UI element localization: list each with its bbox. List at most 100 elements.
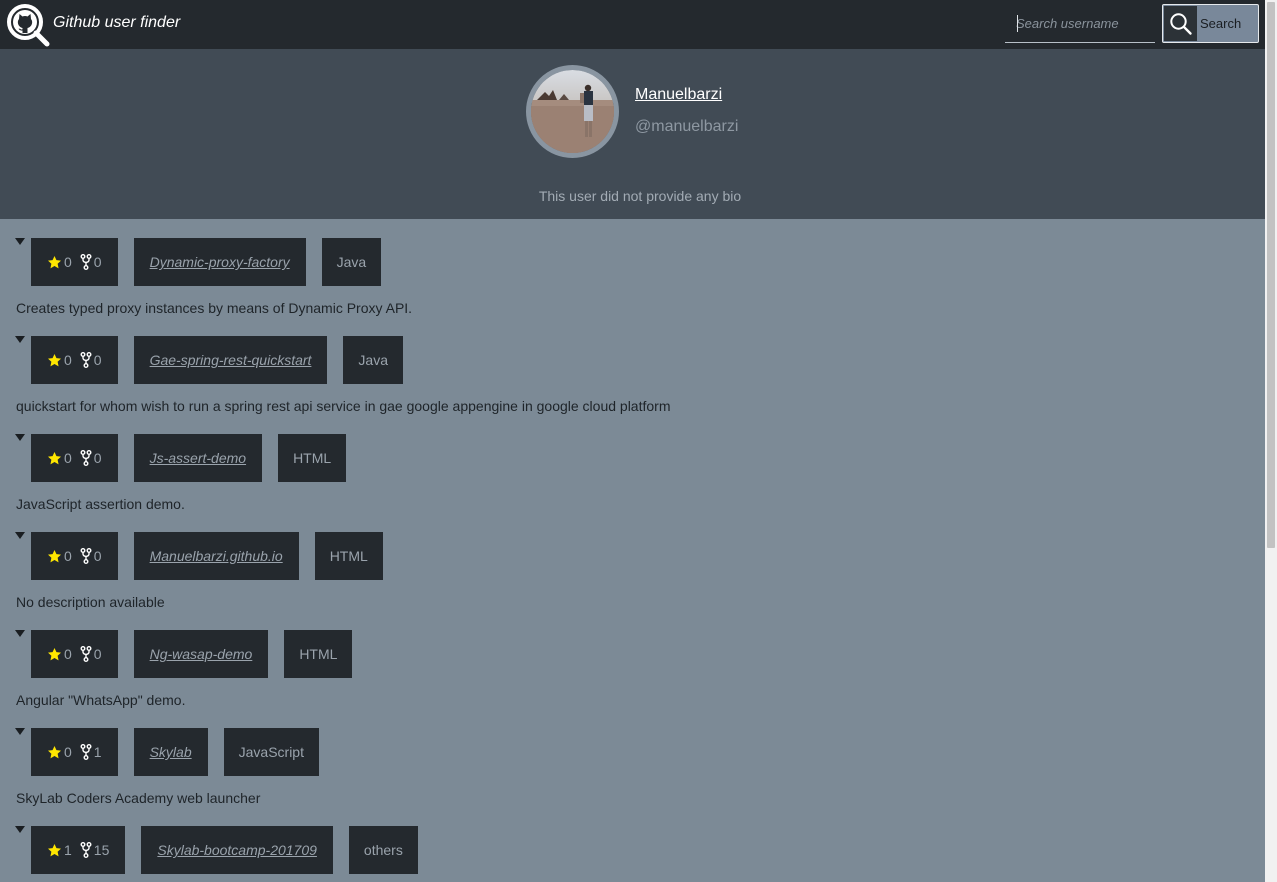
repo-item: 0 0 Gae-spring-rest-quickstart Java quic… (0, 336, 1265, 434)
repo-stats: 0 0 (31, 336, 118, 384)
fork-icon (80, 744, 92, 760)
user-name-link[interactable]: Manuelbarzi (635, 86, 722, 104)
repo-name-link[interactable]: Skylab (133, 728, 208, 776)
disclosure-triangle-icon[interactable] (15, 630, 25, 637)
fork-icon (80, 450, 92, 466)
repo-name-link[interactable]: Skylab-bootcamp-201709 (141, 826, 333, 874)
repo-language: HTML (278, 434, 347, 482)
repo-description: Creates typed proxy instances by means o… (16, 300, 413, 316)
vertical-scrollbar[interactable] (1265, 0, 1277, 882)
stars-count: 0 (64, 352, 72, 368)
stars-count: 0 (64, 744, 72, 760)
fork-icon (80, 548, 92, 564)
search-input[interactable] (1005, 5, 1155, 43)
disclosure-triangle-icon[interactable] (15, 826, 25, 833)
search-button[interactable]: Search (1162, 4, 1259, 43)
forks-stat: 15 (80, 842, 110, 858)
top-bar: Github user finder Search (0, 0, 1265, 49)
star-icon (48, 549, 61, 562)
stars-count: 0 (64, 548, 72, 564)
repo-description: No description available (16, 594, 165, 610)
repo-summary[interactable]: 1 15 Skylab-bootcamp-201709 others (31, 826, 418, 874)
stars-stat: 0 (47, 352, 72, 368)
repo-name-link[interactable]: Js-assert-demo (133, 434, 263, 482)
forks-stat: 0 (80, 450, 102, 466)
repo-description: SkyLab Coders Academy web launcher (16, 790, 261, 806)
disclosure-triangle-icon[interactable] (15, 434, 25, 441)
disclosure-triangle-icon[interactable] (15, 336, 25, 343)
star-icon (48, 647, 61, 660)
repo-stats: 0 0 (31, 630, 118, 678)
stars-count: 0 (64, 646, 72, 662)
stars-count: 1 (64, 842, 72, 858)
repo-language: Java (321, 238, 382, 286)
forks-count: 0 (93, 646, 102, 662)
repo-item: 0 0 Ng-wasap-demo HTML Angular "WhatsApp… (0, 630, 1265, 728)
repo-item: 0 0 Manuelbarzi.github.io HTML No descri… (0, 532, 1265, 630)
repo-language: Java (343, 336, 403, 384)
repo-stats: 1 15 (31, 826, 126, 874)
scrollbar-thumb[interactable] (1267, 2, 1275, 548)
stars-stat: 0 (47, 450, 72, 466)
user-profile: Manuelbarzi @manuelbarzi This user did n… (0, 49, 1265, 219)
repo-stats: 0 0 (31, 532, 118, 580)
repo-summary[interactable]: 0 0 Manuelbarzi.github.io HTML (31, 532, 383, 580)
repo-language: JavaScript (223, 728, 319, 776)
star-icon (48, 843, 61, 856)
forks-stat: 0 (80, 646, 102, 662)
forks-count: 0 (93, 548, 102, 564)
repo-summary[interactable]: 0 1 Skylab JavaScript (31, 728, 319, 776)
stars-count: 0 (64, 254, 72, 270)
star-icon (48, 451, 61, 464)
star-icon (48, 255, 61, 268)
repo-summary[interactable]: 0 0 Gae-spring-rest-quickstart Java (31, 336, 403, 384)
user-bio: This user did not provide any bio (538, 188, 742, 204)
repo-language: HTML (314, 532, 383, 580)
stars-stat: 0 (47, 646, 72, 662)
repo-name-link[interactable]: Dynamic-proxy-factory (133, 238, 306, 286)
repo-name-link[interactable]: Ng-wasap-demo (133, 630, 269, 678)
repo-item: 1 15 Skylab-bootcamp-201709 others (0, 826, 1265, 882)
repo-item: 0 0 Dynamic-proxy-factory Java Creates t… (0, 238, 1265, 336)
repo-list: 0 0 Dynamic-proxy-factory Java Creates t… (0, 238, 1265, 882)
stars-stat: 0 (47, 548, 72, 564)
app-title: Github user finder (53, 14, 181, 31)
forks-stat: 1 (80, 744, 102, 760)
star-icon (48, 745, 61, 758)
repo-stats: 0 1 (31, 728, 118, 776)
stars-stat: 1 (47, 842, 72, 858)
search-icon (1164, 6, 1197, 41)
stars-stat: 0 (47, 744, 72, 760)
forks-count: 0 (93, 254, 102, 270)
disclosure-triangle-icon[interactable] (15, 532, 25, 539)
repo-summary[interactable]: 0 0 Ng-wasap-demo HTML (31, 630, 353, 678)
repo-name-link[interactable]: Gae-spring-rest-quickstart (133, 336, 328, 384)
repo-description: quickstart for whom wish to run a spring… (16, 398, 671, 414)
stars-count: 0 (64, 450, 72, 466)
user-login: @manuelbarzi (635, 118, 739, 135)
avatar (526, 65, 619, 158)
repo-description: JavaScript assertion demo. (16, 496, 185, 512)
repo-stats: 0 0 (31, 238, 118, 286)
search-button-label: Search (1200, 16, 1242, 31)
forks-stat: 0 (80, 352, 102, 368)
repo-item: 0 1 Skylab JavaScript SkyLab Coders Acad… (0, 728, 1265, 826)
repo-summary[interactable]: 0 0 Dynamic-proxy-factory Java (31, 238, 382, 286)
disclosure-triangle-icon[interactable] (15, 728, 25, 735)
forks-count: 0 (93, 352, 102, 368)
repo-language: others (348, 826, 418, 874)
fork-icon (80, 646, 92, 662)
forks-count: 1 (93, 744, 102, 760)
repo-item: 0 0 Js-assert-demo HTML JavaScript asser… (0, 434, 1265, 532)
forks-count: 0 (93, 450, 102, 466)
repo-summary[interactable]: 0 0 Js-assert-demo HTML (31, 434, 347, 482)
forks-stat: 0 (80, 254, 102, 270)
forks-count: 15 (93, 842, 110, 858)
repo-name-link[interactable]: Manuelbarzi.github.io (133, 532, 299, 580)
disclosure-triangle-icon[interactable] (15, 238, 25, 245)
fork-icon (80, 842, 92, 858)
stars-stat: 0 (47, 254, 72, 270)
text-cursor (1017, 15, 1018, 32)
repo-stats: 0 0 (31, 434, 118, 482)
fork-icon (80, 352, 92, 368)
